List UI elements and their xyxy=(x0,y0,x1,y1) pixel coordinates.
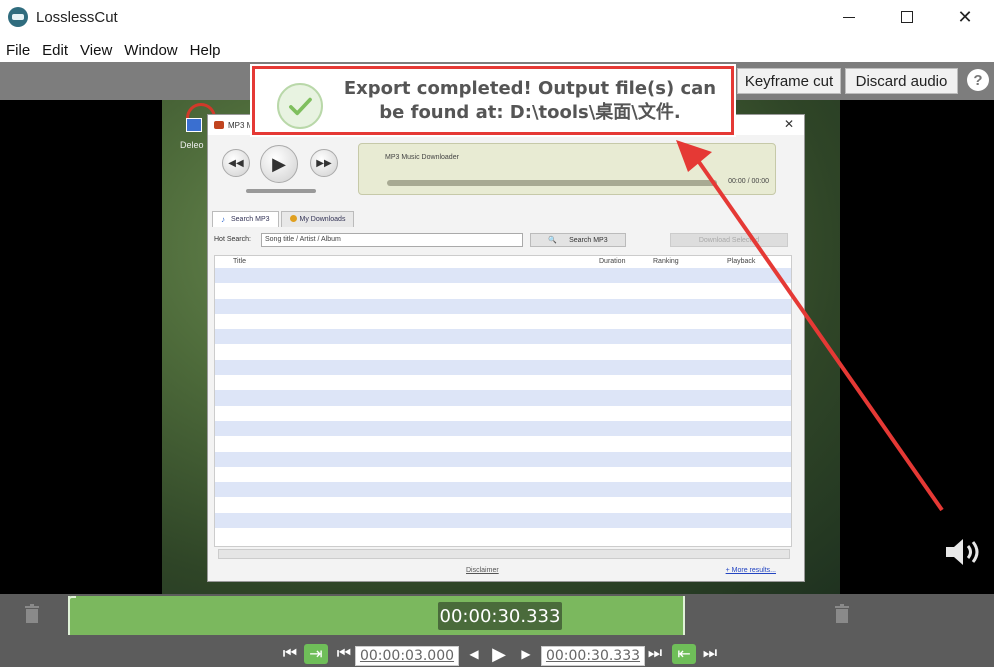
rewind-icon: ◀◀ xyxy=(222,149,250,177)
menu-window[interactable]: Window xyxy=(118,42,183,59)
toast-message: Export completed! Output file(s) can be … xyxy=(335,77,725,125)
results-table: Title Duration Ranking Playback xyxy=(214,255,792,547)
cut-segment[interactable] xyxy=(68,596,685,635)
playback-progress xyxy=(387,180,717,186)
audio-player: ◀◀ ▶ ▶▶ xyxy=(218,143,348,203)
menu-help[interactable]: Help xyxy=(184,42,227,59)
table-row xyxy=(215,390,791,406)
playback-time: 00:00 / 00:00 xyxy=(728,178,769,185)
table-row xyxy=(215,359,791,376)
toast-line-1: Export completed! Output file(s) can xyxy=(343,78,717,99)
jump-to-end-icon[interactable]: ⏭ xyxy=(702,644,718,664)
table-rows xyxy=(215,268,791,544)
table-row xyxy=(215,528,791,544)
desktop-icon-label: Deleo xyxy=(180,140,204,150)
minimize-icon xyxy=(843,16,855,18)
toast-line-2: be found at: D:\tools\桌面\文件. xyxy=(379,102,681,123)
magnifier-icon: 🔍 xyxy=(548,237,558,244)
maximize-button[interactable] xyxy=(878,0,936,34)
table-row xyxy=(215,313,791,330)
checkmark-icon xyxy=(277,83,323,129)
table-row xyxy=(215,268,791,284)
horizontal-scrollbar xyxy=(218,549,790,559)
minimize-button[interactable] xyxy=(820,0,878,34)
desktop-file-icon xyxy=(186,118,202,132)
tab-my-downloads: My Downloads xyxy=(280,211,355,227)
jump-to-start-icon[interactable]: ⏮ xyxy=(282,644,298,664)
speaker-icon[interactable] xyxy=(944,536,984,568)
table-row xyxy=(215,466,791,483)
menu-view[interactable]: View xyxy=(74,42,118,59)
set-cut-end-icon[interactable]: ⇤ xyxy=(672,644,696,664)
disclaimer-link: Disclaimer xyxy=(466,567,499,574)
table-row xyxy=(215,451,791,467)
menu-file[interactable]: File xyxy=(0,42,36,59)
recorded-tabs: ♪ Search MP3 My Downloads xyxy=(212,211,356,227)
column-title: Title xyxy=(233,258,246,265)
table-row xyxy=(215,512,791,529)
play-icon: ▶ xyxy=(260,145,298,183)
table-row xyxy=(215,283,791,299)
hot-search-label: Hot Search: xyxy=(214,236,251,243)
table-row xyxy=(215,436,791,452)
recorded-close-icon: ✕ xyxy=(783,117,794,131)
recorded-search-button: 🔍 Search MP3 xyxy=(530,233,626,247)
close-button[interactable]: ✕ xyxy=(936,0,994,34)
now-playing-name: MP3 Music Downloader xyxy=(385,154,459,161)
column-ranking: Ranking xyxy=(653,258,679,265)
jump-to-cut-end-icon[interactable]: ⏭ xyxy=(647,644,663,664)
music-note-icon: ♪ xyxy=(221,215,225,224)
help-button[interactable]: ? xyxy=(967,69,989,91)
volume-slider xyxy=(246,189,316,193)
maximize-icon xyxy=(901,11,913,23)
recorded-search-input: Song title / Artist / Album xyxy=(261,233,523,247)
tab-search-mp3: ♪ Search MP3 xyxy=(212,211,279,227)
trash-icon[interactable] xyxy=(834,604,850,624)
keyframe-cut-button[interactable]: Keyframe cut xyxy=(737,68,841,94)
table-row xyxy=(215,420,791,437)
segment-start-handle[interactable] xyxy=(68,596,76,635)
window-title: LosslessCut xyxy=(36,8,118,26)
app-logo-icon xyxy=(8,7,28,27)
now-playing-panel: MP3 Music Downloader 00:00 / 00:00 xyxy=(358,143,776,195)
recorded-download-button: Download Selected xyxy=(670,233,788,247)
table-row xyxy=(215,405,791,421)
fast-forward-icon: ▶▶ xyxy=(310,149,338,177)
recorded-search-row: Hot Search: Song title / Artist / Album … xyxy=(214,233,800,249)
cut-end-time-input[interactable]: 00:00:30.333 xyxy=(541,646,645,666)
more-results-link: + More results... xyxy=(725,567,776,574)
set-cut-start-icon[interactable]: ⇥ xyxy=(304,644,328,664)
trash-icon[interactable] xyxy=(24,604,40,624)
table-row xyxy=(215,497,791,513)
column-duration: Duration xyxy=(599,258,626,265)
segment-end-handle[interactable] xyxy=(683,596,685,635)
next-frame-icon[interactable]: ▶ xyxy=(518,644,534,664)
downloads-icon xyxy=(289,215,297,222)
mp3-app-icon xyxy=(214,121,224,129)
table-row xyxy=(215,329,791,345)
menu-bar: File Edit View Window Help xyxy=(0,38,994,62)
table-row xyxy=(215,298,791,314)
prev-frame-icon[interactable]: ◀ xyxy=(466,644,482,664)
table-row xyxy=(215,344,791,360)
column-playback: Playback xyxy=(727,258,756,265)
menu-edit[interactable]: Edit xyxy=(36,42,74,59)
current-time-display: 00:00:30.333 xyxy=(438,602,562,630)
cut-start-time-input[interactable]: 00:00:03.000 xyxy=(355,646,459,666)
table-row xyxy=(215,375,791,391)
recorded-app-window: MP3 Music Downloader ✕ ◀◀ ▶ ▶▶ MP3 Music… xyxy=(207,114,805,582)
close-icon: ✕ xyxy=(957,6,973,27)
export-toast: Export completed! Output file(s) can be … xyxy=(252,66,734,135)
play-button[interactable]: ▶ xyxy=(488,644,510,664)
table-row xyxy=(215,482,791,498)
jump-to-cut-start-icon[interactable]: ⏮ xyxy=(336,644,352,664)
discard-audio-button[interactable]: Discard audio xyxy=(845,68,958,94)
